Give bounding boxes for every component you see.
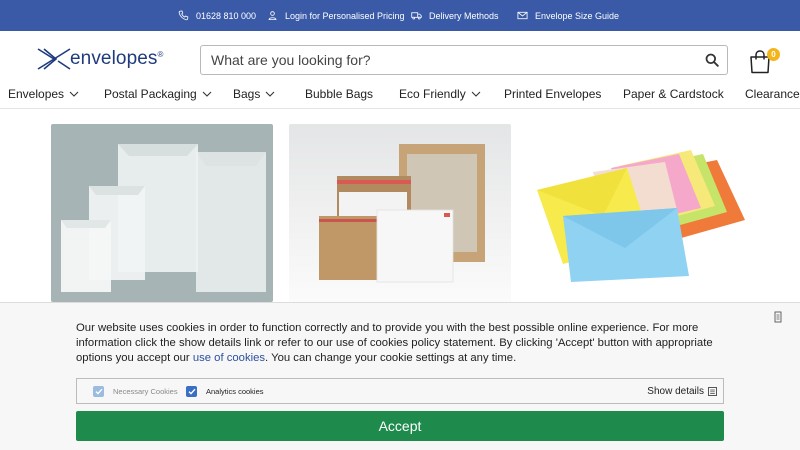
coloured-envelopes-image xyxy=(527,124,749,302)
analytics-cookies-checkbox[interactable] xyxy=(186,385,197,397)
analytics-cookies-option[interactable]: Analytics cookies xyxy=(186,379,264,403)
use-of-cookies-link[interactable]: use of cookies xyxy=(193,352,265,364)
chevron-down-icon xyxy=(69,91,79,97)
truck-icon xyxy=(411,12,422,20)
nav-divider xyxy=(0,108,800,109)
nav-item-paper-cardstock[interactable]: Paper & Cardstock xyxy=(623,83,724,105)
category-tile-glassine[interactable] xyxy=(51,124,273,302)
nav-label: Envelopes xyxy=(8,87,65,101)
search-input[interactable] xyxy=(201,46,697,74)
show-details-link[interactable]: Show details xyxy=(647,379,717,403)
accept-cookies-button[interactable]: Accept xyxy=(76,411,724,441)
nav-label: Bags xyxy=(233,87,261,101)
details-icon xyxy=(708,386,717,396)
cookie-banner: Our website uses cookies in order to fun… xyxy=(0,302,800,450)
nav-item-eco-friendly[interactable]: Eco Friendly xyxy=(399,83,481,105)
registered-mark: ® xyxy=(157,50,164,59)
category-tile-coloured[interactable] xyxy=(527,124,749,302)
phone-number: 01628 810 000 xyxy=(196,10,257,21)
phone-icon xyxy=(178,10,189,21)
site-logo[interactable]: envelopes® xyxy=(37,48,164,70)
cart-button[interactable]: 0 xyxy=(746,47,782,75)
nav-label: Eco Friendly xyxy=(399,87,466,101)
chevron-down-icon xyxy=(202,91,212,97)
nav-label: Paper & Cardstock xyxy=(623,87,724,101)
checkmark-icon xyxy=(95,388,103,395)
nav-item-postal-packaging[interactable]: Postal Packaging xyxy=(104,83,212,105)
cookie-options: Necessary Cookies Analytics cookies Show… xyxy=(76,378,724,404)
board-backed-envelopes-image xyxy=(289,124,511,302)
nav-label: Bubble Bags xyxy=(305,87,374,101)
nav-label: Clearance xyxy=(745,87,800,101)
size-guide-link[interactable]: Envelope Size Guide xyxy=(517,0,619,31)
envelope-icon xyxy=(517,11,528,20)
checkmark-icon xyxy=(188,388,196,395)
analytics-cookies-label: Analytics cookies xyxy=(206,386,264,396)
nav-item-bags[interactable]: Bags xyxy=(233,83,275,105)
login-label: Login for Personalised Pricing xyxy=(285,10,405,21)
nav-item-envelopes[interactable]: Envelopes xyxy=(8,83,79,105)
show-details-label: Show details xyxy=(647,385,704,397)
necessary-cookies-checkbox xyxy=(93,385,104,397)
chevron-down-icon xyxy=(265,91,275,97)
login-link[interactable]: Login for Personalised Pricing xyxy=(267,0,405,31)
glassine-envelopes-image xyxy=(51,124,273,302)
size-guide-label: Envelope Size Guide xyxy=(535,10,620,21)
category-tile-board-backed[interactable] xyxy=(289,124,511,302)
necessary-cookies-label: Necessary Cookies xyxy=(113,386,178,396)
nav-item-clearance[interactable]: Clearance xyxy=(745,83,800,105)
phone-link[interactable]: 01628 810 000 xyxy=(178,0,256,31)
search-icon xyxy=(705,53,719,67)
nav-label: Postal Packaging xyxy=(104,87,197,101)
necessary-cookies-option: Necessary Cookies xyxy=(93,379,178,403)
envelope-logo-icon xyxy=(37,48,71,70)
nav-item-printed-envelopes[interactable]: Printed Envelopes xyxy=(504,83,601,105)
chevron-down-icon xyxy=(471,91,481,97)
cart-count-badge: 0 xyxy=(767,48,780,61)
search-button[interactable] xyxy=(697,46,727,74)
top-utility-bar: 01628 810 000 Login for Personalised Pri… xyxy=(0,0,800,31)
search-bar xyxy=(200,45,728,75)
category-nav: Envelopes Postal Packaging Bags Bubble B… xyxy=(0,83,800,105)
nav-label: Printed Envelopes xyxy=(504,87,602,101)
close-icon xyxy=(774,311,782,323)
logo-wordmark: envelopes® xyxy=(70,48,164,69)
nav-item-bubble-bags[interactable]: Bubble Bags xyxy=(305,83,373,105)
cookie-close-button[interactable] xyxy=(773,310,783,323)
delivery-methods-link[interactable]: Delivery Methods xyxy=(411,0,499,31)
user-icon xyxy=(268,11,277,21)
delivery-label: Delivery Methods xyxy=(429,10,499,21)
cookie-message: Our website uses cookies in order to fun… xyxy=(76,322,713,364)
